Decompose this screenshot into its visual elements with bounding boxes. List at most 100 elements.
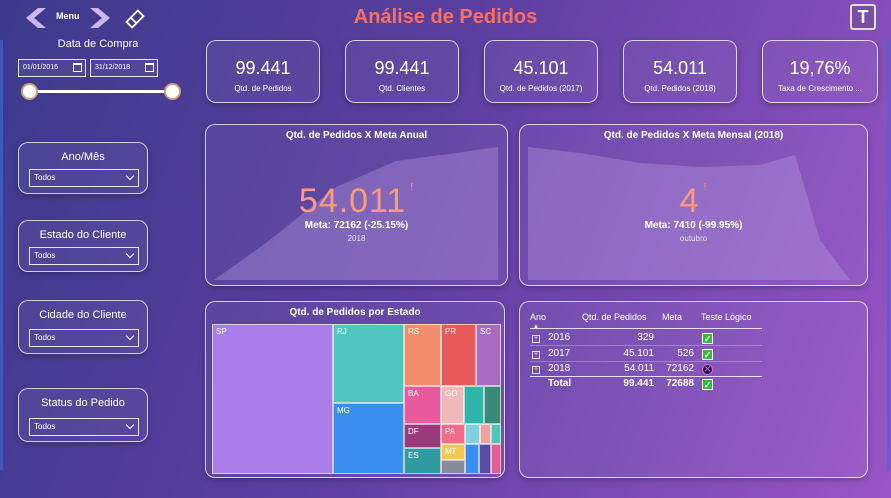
row-2018-orders: 54.011 [624,363,654,374]
total-orders: 99.441 [623,378,654,389]
monthly-value-number: 4 [679,182,700,220]
filter-estado-cliente: Estado do Cliente Todos [18,220,148,272]
treemap-cell-label: RJ [337,327,347,336]
kpi-label: Qtd. Clientes [378,84,426,93]
expand-row-2018-icon[interactable]: + [532,366,540,374]
calendar-icon[interactable] [145,63,154,72]
estado-cliente-dropdown[interactable]: Todos [29,247,139,265]
treemap-cell-label: DF [408,427,419,436]
treemap-cell-es[interactable]: ES [404,448,441,474]
treemap-cell-pa[interactable]: PA [441,424,465,444]
sort-asc-icon[interactable]: ▲ [533,324,539,330]
filter-title: Ano/Mês [61,151,105,163]
column-header-teste-logico[interactable]: Teste Lógico [701,312,752,322]
treemap-cell-mt[interactable]: MT [441,444,465,460]
annual-meta-text: Meta: 72162 (-25.15%) [304,220,409,231]
filter-ano-mes: Ano/Mês Todos [18,142,148,194]
treemap-cell-label: PA [445,427,456,436]
treemap-cell-label: BA [408,389,419,398]
monthly-alert-marker: ! [703,182,708,193]
date-range-start-handle[interactable] [21,83,38,100]
chevron-down-icon [125,331,135,341]
cidade-cliente-dropdown[interactable]: Todos [29,329,139,347]
treemap-cell-mg[interactable]: MG [333,403,404,474]
treemap-cell-sc[interactable]: SC [476,324,501,386]
treemap-cell-small[interactable] [491,444,501,474]
treemap-cell-rs[interactable]: RS [404,324,441,386]
date-range-end-handle[interactable] [164,83,181,100]
treemap-cell-small[interactable] [491,424,501,444]
treemap-cell-go[interactable]: GO [441,386,464,424]
kpi-label: Qtd. de Pedidos (2017) [499,84,583,93]
kpi-label: Taxa de Crescimento ... [777,84,863,93]
check-ok-icon: ✓ [702,379,713,390]
status-pedido-dropdown[interactable]: Todos [29,418,139,436]
kpi-value: 99.441 [374,58,430,78]
total-meta: 72688 [666,378,694,389]
treemap-cell-small[interactable] [465,424,480,444]
dropdown-value: Todos [34,173,56,182]
row-divider [530,361,762,362]
chevron-down-icon [125,171,135,181]
filter-status-pedido: Status do Pedido Todos [18,388,148,442]
state-treemap: SP RJ MG RS PR SC BA GO DF PA ES MT [212,324,501,474]
column-header-qtd-pedidos[interactable]: Qtd. de Pedidos [582,312,647,322]
date-range-track[interactable] [30,90,172,93]
filter-cidade-cliente: Cidade do Cliente Todos [18,300,148,354]
panel-title: Qtd. de Pedidos X Meta Mensal (2018) [603,130,784,141]
treemap-cell-pr[interactable]: PR [441,324,476,386]
check-ok-icon: ✓ [702,349,713,360]
treemap-cell-sp[interactable]: SP [212,324,333,474]
chevron-down-icon [125,249,135,259]
monthly-meta-text: Meta: 7410 (-99.95%) [644,220,743,231]
start-date-input[interactable]: 01/01/2016 [18,59,86,77]
panel-title: Qtd. de Pedidos X Meta Anual [285,130,428,141]
treemap-cell-label: MT [445,447,457,456]
end-date-input[interactable]: 31/12/2018 [90,59,158,77]
treemap-cell-ba[interactable]: BA [404,386,441,424]
calendar-icon[interactable] [73,63,82,72]
expand-row-2017-icon[interactable]: + [532,351,540,359]
treemap-cell-label: SP [216,327,227,336]
treemap-cell-small[interactable] [479,444,491,474]
right-accent-bar [887,40,890,470]
row-2016-orders: 329 [637,332,654,343]
check-ok-icon: ✓ [702,333,713,344]
total-label: Total [548,378,572,389]
treemap-panel: Qtd. de Pedidos por Estado SP RJ MG RS P… [205,301,505,478]
treemap-cell-small[interactable] [464,386,484,424]
annual-value-number: 54.011 [298,182,407,220]
annual-year-label: 2018 [347,234,366,243]
kpi-pedidos-2018: 54.011 Qtd. Pedidos (2018) [623,40,737,103]
dropdown-value: Todos [34,422,56,431]
column-header-ano[interactable]: Ano [530,312,546,322]
kpi-value: 54.011 [653,58,707,78]
treemap-cell-small[interactable] [465,444,479,474]
dropdown-value: Todos [34,333,56,342]
treemap-cell-small[interactable] [480,424,491,444]
treemap-cell-df[interactable]: DF [404,424,441,448]
treemap-cell-label: MG [337,406,350,415]
total-divider [530,376,762,377]
filter-title: Cidade do Cliente [39,309,127,321]
expand-row-2016-icon[interactable]: + [532,335,540,343]
kpi-value: 19,76% [789,58,851,78]
treemap-cell-small[interactable] [441,460,465,474]
left-accent-bar [0,40,3,470]
monthly-month-label: outubro [679,234,708,243]
check-fail-icon: ✕ [702,364,713,375]
treemap-cell-small[interactable] [484,386,501,424]
row-2018-year: 2018 [548,363,571,374]
ano-mes-dropdown[interactable]: Todos [29,169,139,187]
row-2016-year: 2016 [548,332,571,343]
row-divider [530,345,762,346]
date-slicer-title: Data de Compra [57,38,139,50]
kpi-label: Qtd. Pedidos (2018) [644,84,716,93]
header-divider [530,328,762,329]
annual-alert-marker: ! [410,182,415,193]
treemap-cell-rj[interactable]: RJ [333,324,404,403]
treemap-cell-label: RS [408,327,420,336]
row-2017-orders: 45.101 [623,348,654,359]
column-header-meta[interactable]: Meta [662,312,682,322]
annual-orders-value: 54.011! [206,182,507,221]
